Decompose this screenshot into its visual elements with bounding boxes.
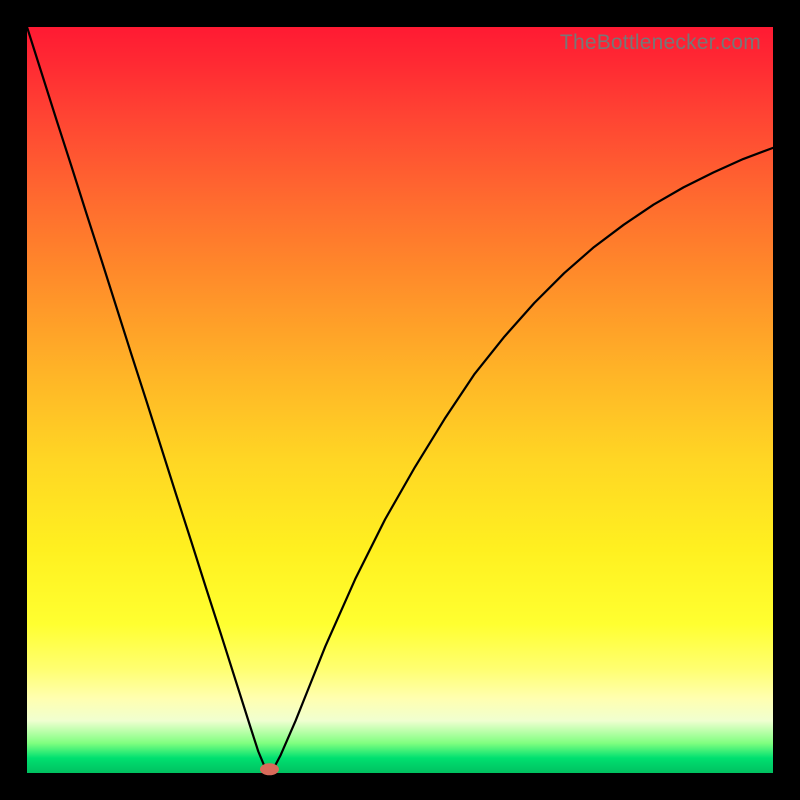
plot-area: TheBottlenecker.com <box>27 27 773 773</box>
bottleneck-curve <box>27 27 773 773</box>
chart-frame: TheBottlenecker.com <box>0 0 800 800</box>
optimal-point-marker <box>260 764 278 775</box>
curve-path <box>27 27 773 769</box>
